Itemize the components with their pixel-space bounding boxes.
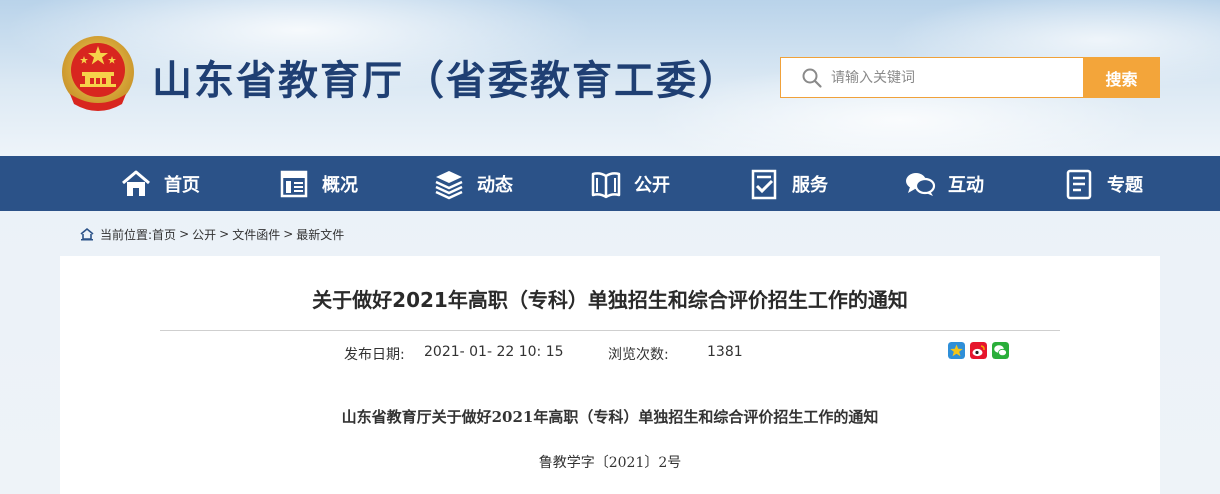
breadcrumb-separator: > — [219, 227, 230, 241]
nav-item-open[interactable]: 公开 — [590, 156, 670, 211]
home-icon — [80, 227, 94, 241]
nav-item-news[interactable]: 动态 — [433, 156, 513, 211]
search-input[interactable] — [831, 69, 1071, 86]
nav-item-overview[interactable]: 概况 — [278, 156, 358, 211]
open-book-icon — [591, 171, 621, 198]
article-title: 关于做好2021年高职（专科）单独招生和综合评价招生工作的通知 — [312, 288, 908, 312]
breadcrumb: 当前位置: 首页 > 公开 > 文件函件 > 最新文件 — [80, 225, 344, 243]
home-icon — [122, 170, 150, 196]
search-icon — [802, 68, 822, 88]
breadcrumb-separator: > — [179, 227, 190, 241]
document-title: 山东省教育厅关于做好2021年高职（专科）单独招生和综合评价招生工作的通知 — [341, 408, 879, 426]
national-emblem-icon — [62, 36, 134, 111]
title-divider — [160, 330, 1060, 331]
overview-icon — [280, 170, 308, 197]
nav-label: 公开 — [634, 174, 670, 196]
nav-label: 概况 — [322, 174, 358, 196]
breadcrumb-latest-link[interactable]: 最新文件 — [296, 226, 344, 243]
nav-item-interact[interactable]: 互动 — [904, 156, 984, 211]
qzone-icon[interactable] — [948, 342, 965, 359]
nav-label: 互动 — [948, 174, 984, 196]
breadcrumb-separator: > — [283, 227, 294, 241]
breadcrumb-documents-link[interactable]: 文件函件 — [232, 226, 280, 243]
weibo-icon[interactable] — [970, 342, 987, 359]
nav-item-home[interactable]: 首页 — [120, 156, 200, 211]
article-panel: 关于做好2021年高职（专科）单独招生和综合评价招生工作的通知 发布日期: 20… — [60, 256, 1160, 494]
views-label: 浏览次数: — [608, 347, 669, 363]
topic-icon — [1066, 169, 1092, 199]
nav-label: 专题 — [1107, 174, 1143, 196]
search-button[interactable]: 搜索 — [1083, 57, 1160, 98]
search-box — [780, 57, 1084, 98]
chat-icon — [906, 172, 936, 196]
nav-label: 首页 — [164, 174, 200, 196]
breadcrumb-prefix: 当前位置: — [100, 227, 153, 242]
document-number: 鲁教学字〔2021〕2号 — [538, 455, 682, 471]
nav-item-topic[interactable]: 专题 — [1063, 156, 1143, 211]
publish-date: 2021- 01- 22 10: 15 — [424, 344, 564, 360]
news-icon — [435, 170, 463, 199]
nav-label: 动态 — [477, 174, 513, 196]
breadcrumb-home-link[interactable]: 首页 — [152, 226, 176, 243]
nav-label: 服务 — [792, 174, 828, 196]
publish-date-label: 发布日期: — [344, 347, 405, 363]
site-title: 山东省教育厅（省委教育工委） — [152, 58, 740, 104]
wechat-icon[interactable] — [992, 342, 1009, 359]
views-count: 1381 — [707, 344, 743, 360]
breadcrumb-open-link[interactable]: 公开 — [192, 226, 216, 243]
main-nav: 首页 概况 动态 公开 服务 互动 专题 — [0, 156, 1220, 211]
site-header: 山东省教育厅（省委教育工委） 搜索 — [0, 0, 1220, 156]
nav-item-service[interactable]: 服务 — [748, 156, 828, 211]
service-icon — [751, 169, 777, 199]
